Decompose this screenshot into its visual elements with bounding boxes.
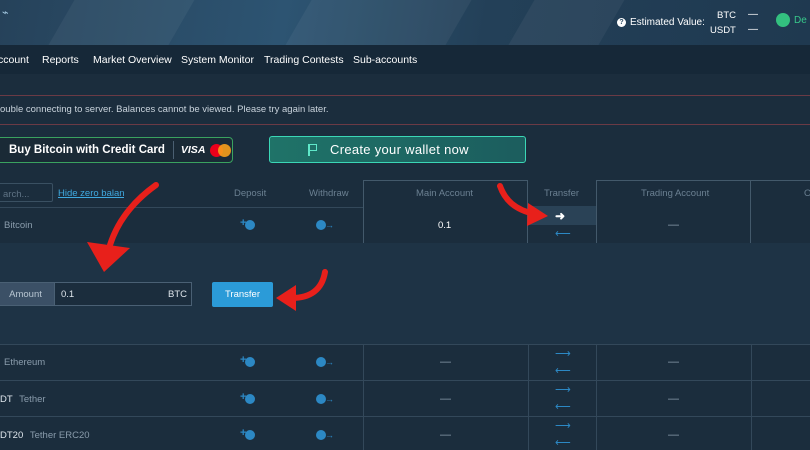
deposit-icon[interactable]: + (240, 392, 255, 405)
error-border-bottom (0, 124, 810, 125)
visa-logo: VISA (180, 144, 206, 156)
column-divider (363, 344, 364, 450)
deposit-icon[interactable]: + (240, 218, 255, 231)
withdraw-icon[interactable]: → (316, 393, 334, 405)
asset-name: Tether ERC20 (29, 430, 90, 441)
header-decoration (39, 0, 201, 45)
btc-value: — (748, 9, 758, 20)
tab-sub-accounts[interactable]: Sub-accounts (353, 54, 417, 66)
estimated-value: ? Estimated Value: (617, 17, 705, 28)
deposit-icon (776, 13, 790, 27)
column-divider (751, 344, 752, 450)
table-row[interactable]: Bitcoin (0, 220, 33, 231)
header-deposit-label: De (794, 14, 807, 26)
transfer-right-active[interactable]: ➜ (528, 206, 596, 225)
transfer-button[interactable]: Transfer (212, 282, 273, 307)
table-row[interactable]: DT20 Tether ERC20 (0, 430, 90, 441)
asset-name: Ethereum (4, 357, 46, 368)
usdt-value: — (748, 24, 758, 35)
buy-bitcoin-label: Buy Bitcoin with Credit Card (9, 144, 165, 156)
tab-system-monitor[interactable]: System Monitor (181, 54, 254, 66)
trading-account-box (596, 180, 751, 244)
header-decoration (276, 0, 484, 45)
deposit-icon[interactable]: + (240, 355, 255, 368)
arrow-right-icon[interactable]: ⟶ (555, 385, 571, 396)
arrow-right-icon[interactable]: ⟶ (555, 349, 571, 360)
column-divider (528, 344, 529, 450)
estimated-value-label: Estimated Value: (630, 17, 705, 28)
withdraw-icon[interactable]: → (316, 356, 334, 368)
amount-label: Amount (0, 282, 55, 306)
help-icon[interactable]: ? (617, 18, 626, 27)
header-deposit-button[interactable]: De (776, 13, 807, 27)
trading-balance: — (668, 219, 679, 231)
arrow-left-icon[interactable]: ⟵ (555, 366, 571, 377)
divider (172, 141, 174, 159)
error-border-top (0, 95, 810, 96)
create-wallet-label: Create your wallet now (330, 142, 469, 157)
asset-code: DT (0, 394, 13, 405)
main-nav: ccount Reports Market Overview System Mo… (0, 45, 810, 74)
tab-reports[interactable]: Reports (42, 54, 79, 66)
search-input[interactable] (0, 186, 52, 203)
column-deposit: Deposit (234, 188, 267, 199)
main-account-box (363, 180, 528, 244)
trading-balance: — (668, 356, 679, 368)
arrow-right-icon[interactable]: ⟶ (555, 421, 571, 432)
error-message: ouble connecting to server. Balances can… (0, 104, 329, 115)
top-header: ⌁ ? Estimated Value: BTC — USDT — De (0, 0, 810, 45)
other-account-box (750, 180, 810, 244)
mastercard-icon (210, 143, 232, 157)
main-balance: — (440, 393, 451, 405)
row-divider (0, 416, 810, 417)
trading-balance: — (668, 393, 679, 405)
asset-name: Bitcoin (4, 220, 33, 231)
arrow-left-icon[interactable]: ⟵ (555, 438, 571, 449)
arrow-right-icon: ➜ (555, 209, 566, 223)
column-withdraw: Withdraw (309, 188, 349, 199)
withdraw-icon[interactable]: → (316, 219, 334, 231)
amount-unit: BTC (168, 289, 187, 300)
flag-icon (308, 143, 318, 156)
main-balance: — (440, 356, 451, 368)
btc-label: BTC (717, 10, 736, 21)
row-divider (0, 380, 810, 381)
buy-bitcoin-button[interactable]: Buy Bitcoin with Credit Card VISA (0, 137, 233, 163)
tab-account[interactable]: ccount (0, 54, 29, 66)
column-transfer: Transfer (544, 188, 580, 199)
create-wallet-button[interactable]: Create your wallet now (269, 136, 526, 163)
deposit-icon[interactable]: + (240, 428, 255, 441)
asset-name: Tether (19, 394, 46, 405)
header-decoration (499, 0, 631, 45)
row-divider (0, 344, 810, 345)
asset-code: DT20 (0, 430, 24, 441)
search-field[interactable] (0, 183, 53, 203)
arrow-left-icon[interactable]: ⟵ (555, 229, 571, 240)
main-balance: — (440, 429, 451, 441)
usdt-label: USDT (710, 25, 736, 36)
main-balance: 0.1 (438, 220, 452, 231)
column-divider (596, 344, 597, 450)
withdraw-icon[interactable]: → (316, 429, 334, 441)
row-divider (0, 207, 363, 208)
hide-zero-balances-link[interactable]: Hide zero balances (58, 188, 124, 199)
tab-market-overview[interactable]: Market Overview (93, 54, 172, 66)
table-row[interactable]: DT Tether (0, 394, 46, 405)
arrow-left-icon[interactable]: ⟵ (555, 402, 571, 413)
trading-balance: — (668, 429, 679, 441)
tab-trading-contests[interactable]: Trading Contests (264, 54, 344, 66)
logo-icon[interactable]: ⌁ (2, 6, 9, 19)
table-row[interactable]: Ethereum (0, 357, 45, 368)
